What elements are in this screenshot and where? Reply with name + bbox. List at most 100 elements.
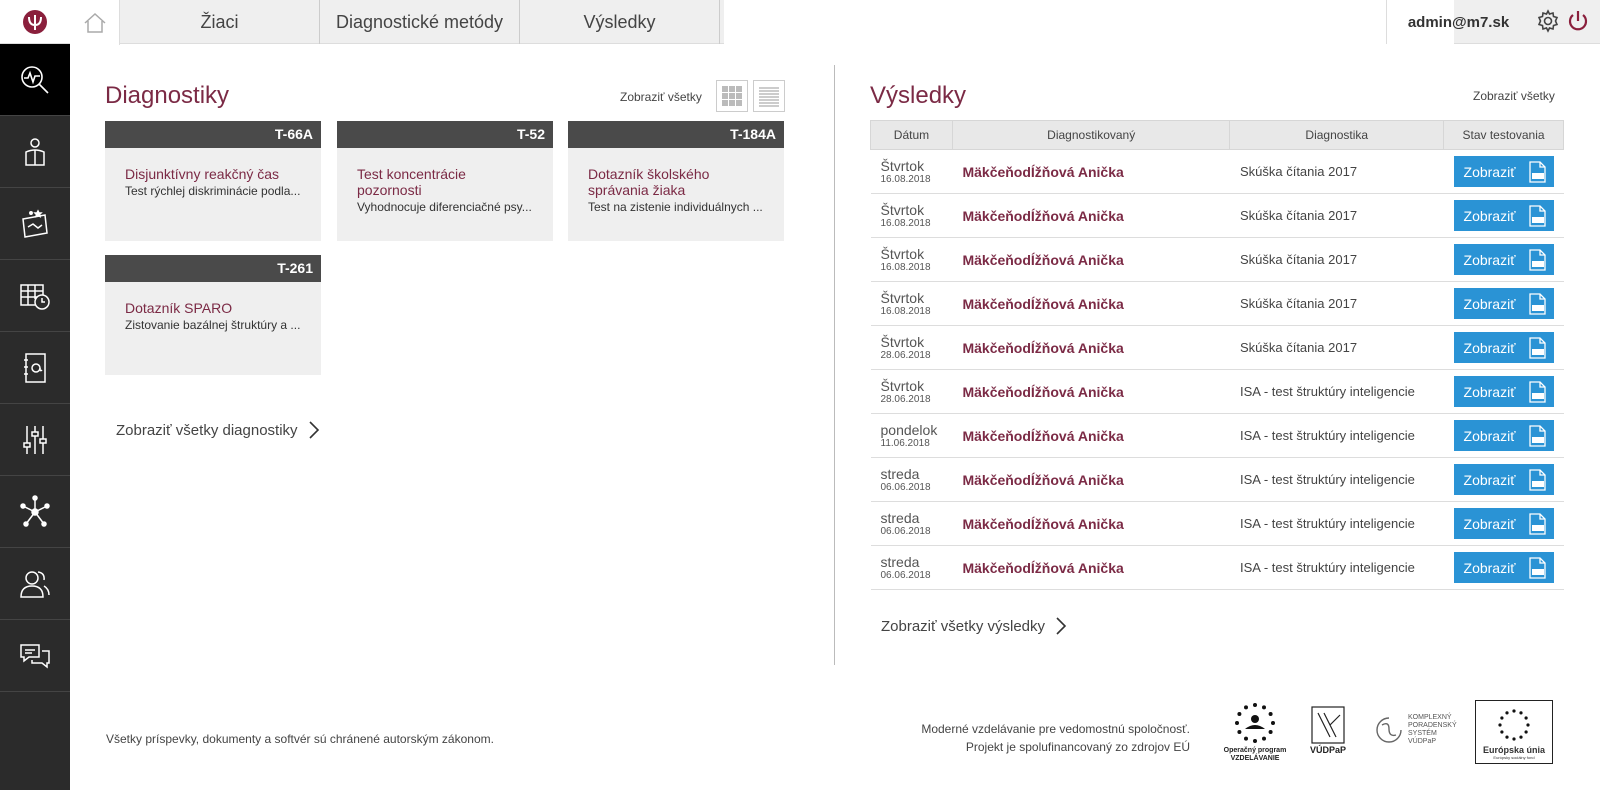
top-navigation: Žiaci Diagnostické metódy Výsledky admin… [70,0,1600,45]
diagnostics-show-all-link[interactable]: Zobraziť všetky [620,90,702,104]
row-day: Štvrtok [880,289,925,306]
card-code: T-66A [105,121,321,148]
show-result-button[interactable]: Zobraziť PDF [1453,464,1554,495]
table-row[interactable]: streda 06.06.2018 MäkčeňodÍžňová Anička ISA… [870,501,1564,546]
row-date: Štvrtok 16.08.2018 [870,193,953,238]
table-row[interactable]: Štvrtok 28.06.2018 MäkčeňodÍžňová Anička Sk… [870,325,1564,370]
pdf-icon: PDF [1528,468,1546,491]
table-row[interactable]: pondelok 11.06.2018 MäkčeňodÍžňová Anička I… [870,413,1564,458]
card-code: T-184A [568,121,784,148]
student-reading-icon [25,137,45,166]
table-row[interactable]: Štvrtok 16.08.2018 MäkčeňodÍžňová Anička Sk… [870,193,1564,238]
card-code: T-52 [337,121,553,148]
row-person-name[interactable]: MäkčeňodÍžňová Anička [952,369,1230,414]
table-row[interactable]: Štvrtok 28.06.2018 MäkčeňodÍžňová Anička IS… [870,369,1564,414]
diagnostic-card[interactable]: T-66A Disjunktívny reakčný čas Test rých… [105,121,321,241]
show-result-button[interactable]: Zobraziť PDF [1453,508,1554,539]
row-status: Zobraziť PDF [1443,325,1564,370]
chevron-right-icon [1056,617,1067,635]
gear-icon[interactable] [1536,9,1560,33]
chat-icon [20,643,50,669]
pdf-icon: PDF [1528,424,1546,447]
diagnostic-card[interactable]: T-184A Dotazník školského správania žiak… [568,121,784,241]
sidebar-item-network[interactable] [0,476,70,548]
grid-icon [722,86,742,106]
row-day: Štvrtok [880,377,925,394]
home-icon [83,12,106,33]
eu-logo: Európska únia Európsky sociálny fond [1475,700,1553,764]
sidebar-item-methods[interactable] [0,188,70,260]
svg-text:PDF: PDF [1533,350,1543,356]
users-icon [20,570,50,598]
all-results-link[interactable]: Zobraziť všetky výsledky [881,617,1067,635]
sidebar-item-calendar[interactable] [0,260,70,332]
sidebar-item-contacts[interactable] [0,332,70,404]
table-row[interactable]: streda 06.06.2018 MäkčeňodÍžňová Anička ISA… [870,545,1564,590]
show-result-label: Zobraziť [1463,295,1516,312]
row-date-value: 06.06.2018 [880,569,931,581]
table-row[interactable]: Štvrtok 16.08.2018 MäkčeňodÍžňová Anička Sk… [870,281,1564,326]
row-person-name[interactable]: MäkčeňodÍžňová Anička [952,545,1230,590]
show-result-button[interactable]: Zobraziť PDF [1453,376,1554,407]
pdf-icon: PDF [1528,248,1546,271]
show-result-label: Zobraziť [1463,251,1516,268]
table-row[interactable]: streda 06.06.2018 MäkčeňodÍžňová Anička ISA… [870,457,1564,502]
sidebar-item-settings[interactable] [0,404,70,476]
sidebar-item-chat[interactable] [0,620,70,692]
row-date: Štvrtok 16.08.2018 [870,281,953,326]
show-result-button[interactable]: Zobraziť PDF [1453,420,1554,451]
card-title[interactable]: Test koncentrácie pozornosti [337,148,553,198]
user-email[interactable]: admin@m7.sk [1386,0,1530,44]
results-table: Dátum Diagnostikovaný Diagnostika Stav t… [870,120,1564,590]
show-result-label: Zobraziť [1463,207,1516,224]
sidebar-item-diagnostics[interactable] [0,44,70,116]
table-row[interactable]: Štvrtok 16.08.2018 MäkčeňodÍžňová Anička Sk… [870,149,1564,194]
show-result-label: Zobraziť [1463,383,1516,400]
tab-diagnostic-methods[interactable]: Diagnostické metódy [320,0,520,44]
row-person-name[interactable]: MäkčeňodÍžňová Anička [952,501,1230,546]
sidebar-item-users[interactable] [0,548,70,620]
row-date-value: 16.08.2018 [880,305,931,317]
diagnostic-card[interactable]: T-261 Dotazník SPARO Zistovanie bazálnej… [105,255,321,375]
all-results-label: Zobraziť všetky výsledky [881,617,1046,635]
results-show-all-link[interactable]: Zobraziť všetky [1473,89,1555,103]
tab-students[interactable]: Žiaci [120,0,320,44]
chevron-right-icon [308,421,319,439]
row-person-name[interactable]: MäkčeňodÍžňová Anička [952,457,1230,502]
row-date: Štvrtok 16.08.2018 [870,237,953,282]
show-result-button[interactable]: Zobraziť PDF [1453,288,1554,319]
row-person-name[interactable]: MäkčeňodÍžňová Anička [952,325,1230,370]
row-person-name[interactable]: MäkčeňodÍžňová Anička [952,413,1230,458]
card-title[interactable]: Dotazník SPARO [105,282,321,316]
row-date-value: 11.06.2018 [880,437,930,449]
tab-results[interactable]: Výsledky [520,0,720,44]
row-person-name[interactable]: MäkčeňodÍžňová Anička [952,149,1230,194]
row-person-name[interactable]: MäkčeňodÍžňová Anička [952,237,1230,282]
pdf-icon: PDF [1528,292,1546,315]
power-icon[interactable] [1566,9,1590,33]
results-title: Výsledky [870,82,967,109]
sidebar-item-students[interactable] [0,116,70,188]
card-title[interactable]: Disjunktívny reakčný čas [105,148,321,182]
show-result-button[interactable]: Zobraziť PDF [1453,332,1554,363]
project-line-2: Projekt je spolufinancovaný zo zdrojov E… [965,740,1190,754]
eu-subtext: Európsky sociálny fond [1493,755,1535,760]
row-person-name[interactable]: MäkčeňodÍžňová Anička [952,281,1230,326]
row-person-name[interactable]: MäkčeňodÍžňová Anička [952,193,1230,238]
home-tab[interactable] [70,0,120,45]
table-row[interactable]: Štvrtok 16.08.2018 MäkčeňodÍžňová Anička Sk… [870,237,1564,282]
show-result-button[interactable]: Zobraziť PDF [1453,156,1554,187]
all-diagnostics-link[interactable]: Zobraziť všetky diagnostiky [116,421,320,439]
show-result-button[interactable]: Zobraziť PDF [1453,552,1554,583]
kps-text: KOMPLEXNÝ PORADENSKÝ SYSTÉM VÚDPaP [1408,714,1457,745]
vudpap-mark-icon [1311,706,1345,744]
svg-text:PDF: PDF [1533,174,1543,180]
app-logo[interactable] [0,0,70,44]
grid-view-button[interactable] [716,80,748,112]
card-title[interactable]: Dotazník školského správania žiaka [568,148,784,198]
show-result-button[interactable]: Zobraziť PDF [1453,200,1554,231]
list-view-button[interactable] [753,80,785,112]
diagnostic-card[interactable]: T-52 Test koncentrácie pozornosti Vyhodn… [337,121,553,241]
show-result-button[interactable]: Zobraziť PDF [1453,244,1554,275]
nav-spacer [724,0,1454,45]
